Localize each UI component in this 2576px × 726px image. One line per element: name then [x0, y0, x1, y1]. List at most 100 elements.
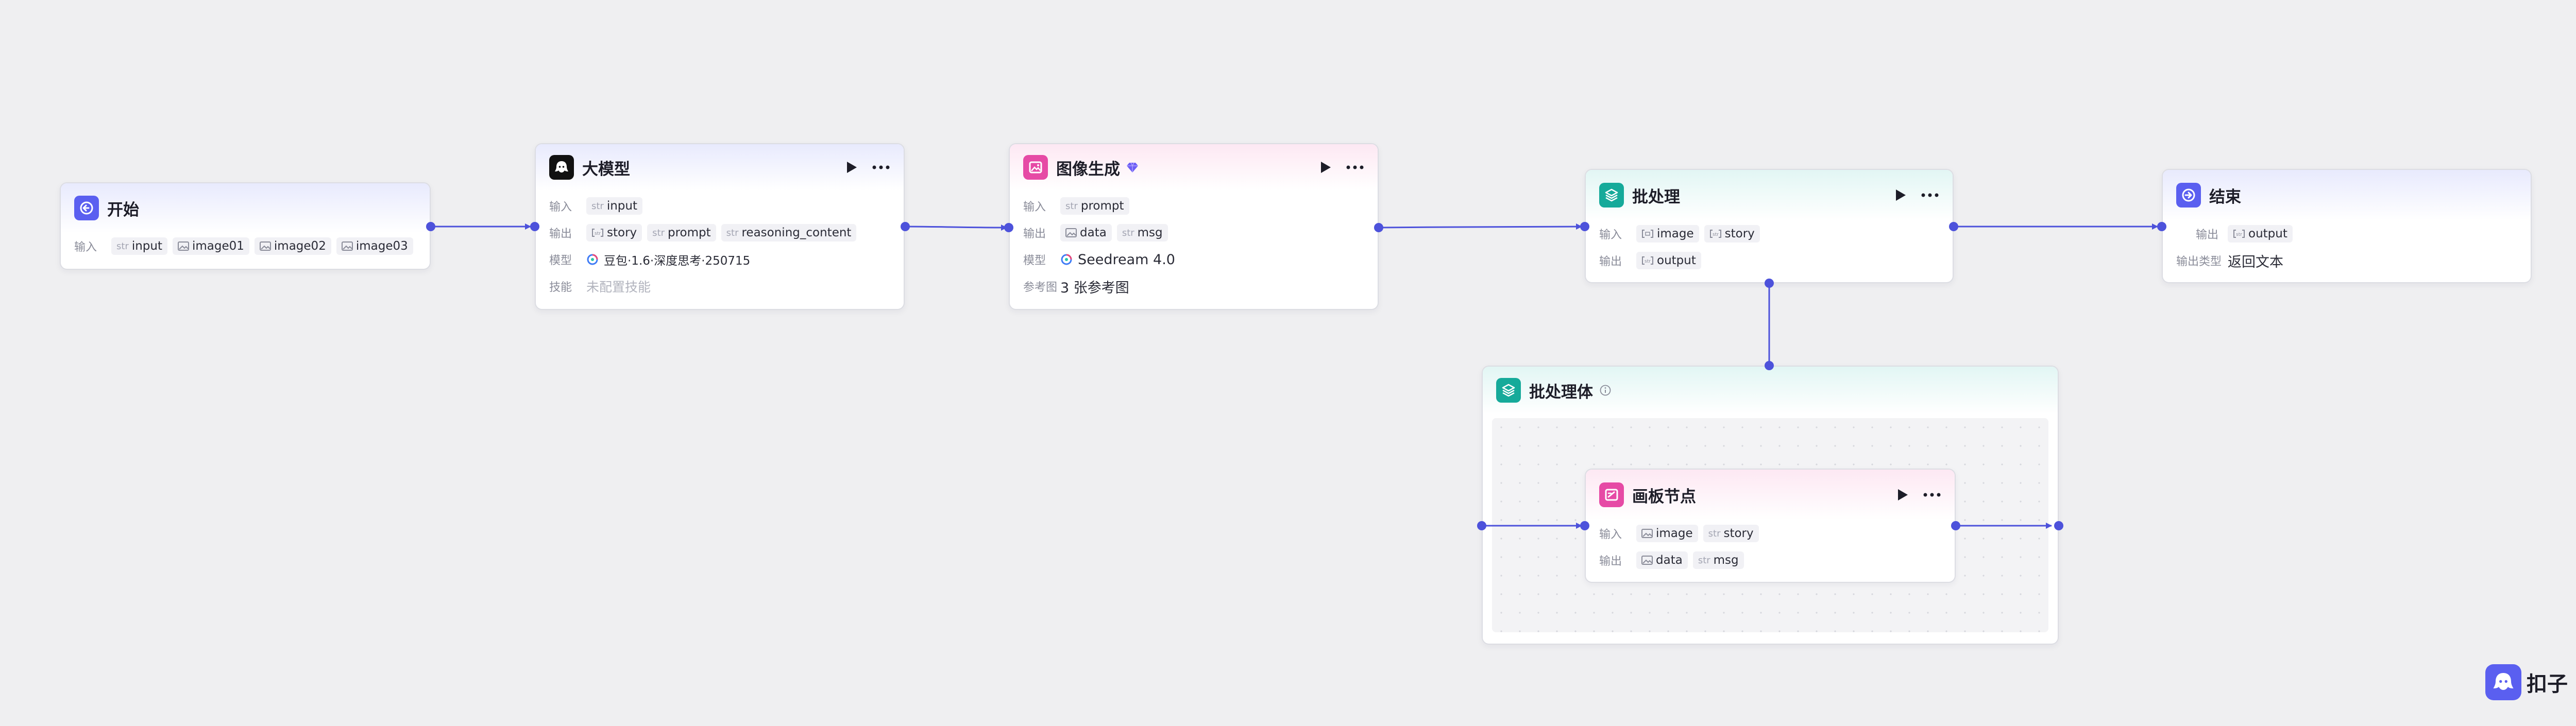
node-canvas-output-port[interactable]: [1951, 521, 1960, 530]
node-image-gen-refs: 参考图 3 张参考图: [1023, 273, 1364, 300]
info-icon[interactable]: [1599, 384, 1612, 396]
model-label: 模型: [1023, 254, 1046, 267]
type-str-icon: str: [726, 227, 739, 238]
model-label: 模型: [549, 254, 572, 267]
node-canvas-header: 画板节点: [1586, 470, 1955, 520]
node-batch[interactable]: 批处理 输入 image str story 输出 str output: [1585, 169, 1954, 283]
start-arrow-icon: [74, 196, 99, 220]
node-end-header: 结束: [2163, 170, 2531, 220]
param-tag: image03: [336, 237, 413, 255]
node-image-gen-model: 模型 Seedream 4.0: [1023, 246, 1364, 273]
param-tag: str story: [586, 224, 642, 241]
node-batch-body-right-port[interactable]: [2054, 521, 2063, 530]
node-end-input-port[interactable]: [2157, 222, 2166, 231]
node-llm-output-port[interactable]: [901, 222, 910, 231]
node-canvas-inputs: 输入 image str story: [1599, 520, 1941, 547]
node-image-gen-output-port[interactable]: [1374, 223, 1383, 232]
node-canvas-input-port[interactable]: [1580, 521, 1589, 530]
run-node-button[interactable]: [845, 161, 858, 174]
run-node-button[interactable]: [1319, 161, 1332, 174]
run-node-button[interactable]: [1894, 188, 1907, 202]
node-start-title: 开始: [107, 200, 139, 219]
node-batch-body-top-port[interactable]: [1765, 361, 1774, 370]
edge-llm-imagegen: [905, 224, 1007, 231]
node-canvas[interactable]: 画板节点 输入 image str story 输出 data str msg: [1585, 469, 1956, 583]
param-tag: image: [1636, 225, 1699, 243]
type-image-icon: [1641, 529, 1653, 538]
play-icon: [1896, 189, 1906, 201]
type-list-icon: str: [592, 229, 603, 237]
input-label: 输入: [1023, 201, 1046, 214]
param-tag: data: [1060, 224, 1112, 241]
svg-text:str: str: [2236, 232, 2242, 237]
node-llm-input-port[interactable]: [530, 222, 539, 231]
node-batch-outputs: 输出 str output: [1599, 247, 1939, 274]
layers-icon: [1599, 183, 1624, 208]
param-tag: str msg: [1692, 551, 1744, 569]
input-label: 输入: [1599, 528, 1622, 541]
doubao-logo-icon: [587, 254, 598, 265]
node-llm-model: 模型 豆包·1.6·深度思考·250715: [549, 246, 890, 273]
node-start[interactable]: 开始 输入 str input image01 image02 image03: [60, 182, 431, 270]
param-tag: image02: [254, 237, 331, 255]
node-end-output-type: 输出类型 返回文本: [2176, 247, 2517, 274]
node-image-gen-inputs: 输入 str prompt: [1023, 193, 1364, 219]
more-options-button[interactable]: [1346, 161, 1364, 174]
play-icon: [1321, 162, 1331, 173]
node-image-gen-title: 图像生成: [1056, 160, 1120, 179]
node-image-gen-input-port[interactable]: [1004, 223, 1013, 232]
edge-imagegen-batch: [1378, 223, 1582, 230]
output-label: 输出: [1599, 255, 1622, 268]
skill-label: 技能: [549, 281, 572, 294]
doubao-logo-icon: [1061, 254, 1072, 265]
bot-icon: [2485, 664, 2521, 700]
output-label: 输出: [1599, 555, 1622, 568]
type-str-icon: str: [1065, 200, 1078, 212]
ref-label: 参考图: [1023, 281, 1058, 294]
output-type-label: 输出类型: [2176, 255, 2222, 268]
node-llm-title: 大模型: [582, 160, 630, 179]
node-batch-output-port[interactable]: [1949, 222, 1958, 231]
play-icon: [847, 162, 857, 173]
type-str-icon: str: [1708, 528, 1721, 539]
type-image-icon: [1641, 556, 1653, 565]
ref-images-count: 3 张参考图: [1060, 280, 1129, 296]
node-image-gen-header: 图像生成: [1010, 144, 1378, 191]
node-batch-body-left-port[interactable]: [1477, 521, 1486, 530]
param-tag: data: [1636, 551, 1688, 569]
svg-text:str: str: [1713, 232, 1719, 237]
node-canvas-title: 画板节点: [1632, 487, 1696, 506]
more-icon: [872, 165, 890, 169]
output-type-value: 返回文本: [2228, 254, 2283, 270]
more-options-button[interactable]: [872, 161, 890, 174]
param-tag: str prompt: [1060, 197, 1129, 215]
param-tag: str output: [1636, 252, 1701, 269]
type-list-icon: str: [1642, 256, 1653, 265]
more-options-button[interactable]: [1921, 188, 1939, 202]
node-batch-body-header: 批处理体: [1483, 367, 2058, 414]
node-batch-inputs: 输入 image str story: [1599, 220, 1939, 247]
type-str-icon: str: [591, 200, 604, 212]
type-image-icon: [259, 241, 271, 251]
workflow-edges: [431, 223, 2158, 529]
node-image-gen[interactable]: 图像生成 输入 str prompt 输出 data str msg 模型 Seed…: [1009, 143, 1379, 310]
param-tag: str input: [586, 197, 643, 215]
node-end[interactable]: 结束 输出 str output 输出类型 返回文本: [2162, 169, 2532, 283]
node-start-output-port[interactable]: [426, 222, 435, 231]
layers-icon: [1496, 378, 1521, 403]
node-llm-header: 大模型: [536, 144, 904, 191]
more-icon: [1346, 165, 1364, 169]
play-icon: [1898, 489, 1908, 500]
type-list-icon: str: [2233, 230, 2245, 238]
node-batch-body-port[interactable]: [1765, 279, 1774, 288]
node-start-header: 开始: [61, 183, 430, 233]
run-node-button[interactable]: [1896, 488, 1909, 502]
param-tag: str msg: [1116, 224, 1168, 241]
model-name: Seedream 4.0: [1078, 251, 1175, 268]
node-llm[interactable]: 大模型 输入 str input 输出 str story str prompt st…: [535, 143, 905, 310]
more-options-button[interactable]: [1923, 488, 1941, 502]
node-batch-input-port[interactable]: [1580, 222, 1589, 231]
node-llm-outputs: 输出 str story str prompt str reasoning_conte…: [549, 219, 890, 246]
input-label: 输入: [549, 201, 572, 214]
node-end-title: 结束: [2209, 187, 2241, 206]
